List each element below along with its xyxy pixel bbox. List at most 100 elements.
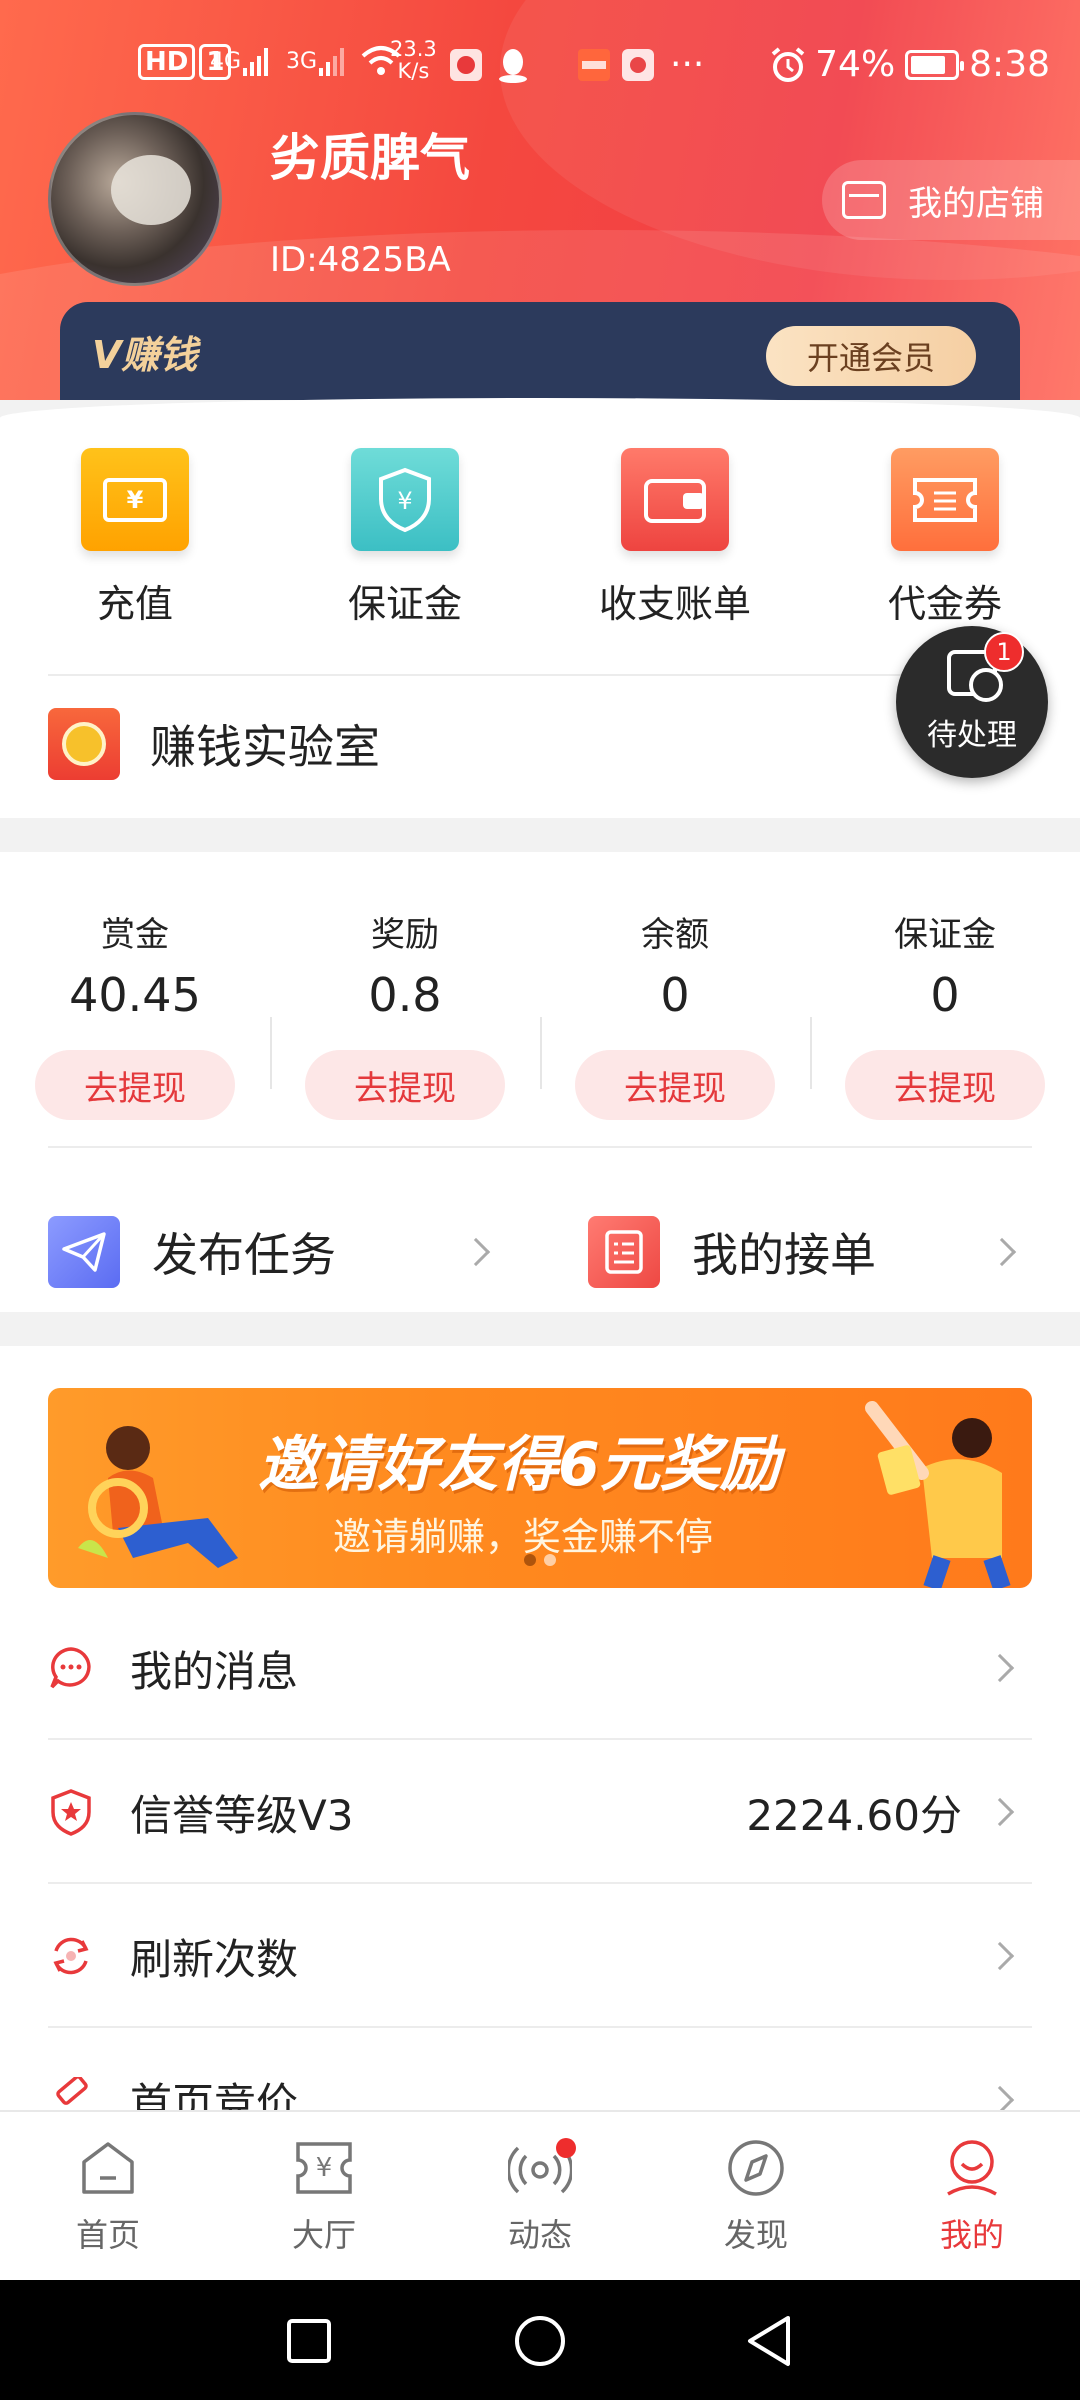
pending-tasks-button[interactable]: 待处理 xyxy=(896,626,1048,778)
nav-home[interactable]: 首页 xyxy=(0,2112,216,2280)
network-3g-label: 3G xyxy=(286,48,318,74)
recent-apps-button[interactable] xyxy=(286,2318,332,2364)
money-lab-row[interactable]: 赚钱实验室 xyxy=(48,708,380,780)
refresh-icon xyxy=(48,1933,94,1979)
balance-bounty: 赏金 40.45 去提现 xyxy=(0,907,270,1120)
quick-action-bills[interactable]: 收支账单 xyxy=(540,448,810,628)
quick-action-deposit[interactable]: ¥ 保证金 xyxy=(270,448,540,628)
order-list-icon xyxy=(588,1216,660,1288)
banner-subtitle: 邀请躺赚，奖金赚不停 xyxy=(333,1515,714,1559)
pending-label: 待处理 xyxy=(927,718,1017,753)
divider xyxy=(48,1146,1032,1148)
balance-name: 赏金 xyxy=(101,915,169,955)
open-membership-button[interactable]: 开通会员 xyxy=(766,326,976,386)
speed-value: 23.3 xyxy=(390,37,437,61)
avatar[interactable] xyxy=(48,112,222,286)
hall-icon: ¥ xyxy=(296,2142,352,2194)
money-lab-label: 赚钱实验室 xyxy=(150,720,380,774)
nav-label: 动态 xyxy=(507,2216,572,2254)
status-bar: HD 1 4G 3G 23.3 K/s ··· 74% 8:38 xyxy=(0,0,1080,130)
vip-logo-text: 赚钱 xyxy=(121,333,198,377)
money-lab-icon xyxy=(48,708,120,780)
home-icon xyxy=(82,2142,134,2194)
network-4g-label: 4G xyxy=(210,48,242,74)
my-orders-button[interactable]: 我的接单 xyxy=(588,1216,876,1288)
battery-icon xyxy=(905,49,965,80)
profile-header: HD 1 4G 3G 23.3K/s ··· 74% 8:38 劣质脾气 ID xyxy=(0,0,1080,400)
withdraw-button[interactable]: 去提现 xyxy=(575,1050,775,1120)
nav-label: 大厅 xyxy=(291,2216,356,2254)
quick-actions-row: ¥ 充值 ¥ 保证金 收支账单 代金券 xyxy=(0,448,1080,628)
balance-reward: 奖励 0.8 去提现 xyxy=(270,907,540,1120)
banner-person-illustration xyxy=(78,1426,238,1568)
withdraw-button[interactable]: 去提现 xyxy=(35,1050,235,1120)
activity-notification-dot xyxy=(556,2138,576,2158)
balance-value: 40.45 xyxy=(69,968,201,1022)
nav-activity[interactable]: 动态 xyxy=(432,2112,648,2280)
balance-card: 赏金 40.45 去提现 奖励 0.8 去提现 余额 0 去提现 保证金 0 去… xyxy=(0,852,1080,1312)
paper-plane-icon xyxy=(48,1216,120,1288)
menu-item-refresh-count[interactable]: 刷新次数 xyxy=(48,1884,1032,2028)
app-notification-icon xyxy=(622,48,654,81)
quick-action-label: 保证金 xyxy=(347,582,462,626)
invite-banner[interactable]: 邀请好友得6元奖励 邀请躺赚，奖金赚不停 xyxy=(48,1388,1032,1588)
divider xyxy=(48,674,1032,676)
quick-action-coupons[interactable]: 代金券 xyxy=(810,448,1080,628)
signal-bars-icon xyxy=(319,46,345,76)
withdraw-button[interactable]: 去提现 xyxy=(305,1050,505,1120)
banner-person-illustration xyxy=(865,1401,1011,1588)
balance-name: 余额 xyxy=(641,915,709,955)
menu-item-label: 我的消息 xyxy=(130,1646,299,1696)
nav-hall[interactable]: ¥ 大厅 xyxy=(216,2112,432,2280)
username: 劣质脾气 xyxy=(270,129,470,187)
banner-title: 邀请好友得6元奖励 xyxy=(258,1430,780,1500)
balance-remaining: 余额 0 去提现 xyxy=(540,907,810,1120)
back-button[interactable] xyxy=(744,2314,794,2368)
balance-name: 保证金 xyxy=(894,915,996,955)
menu-item-label: 刷新次数 xyxy=(130,1934,299,1984)
hd-label: HD xyxy=(138,44,196,80)
quick-action-recharge[interactable]: ¥ 充值 xyxy=(0,448,270,628)
balance-value: 0 xyxy=(660,968,690,1022)
menu-card: 邀请好友得6元奖励 邀请躺赚，奖金赚不停 我的消息 信誉等级V3 2224.60… xyxy=(0,1346,1080,2128)
my-shop-label: 我的店铺 xyxy=(908,183,1044,224)
speed-unit: K/s xyxy=(397,59,430,83)
my-shop-button[interactable]: 我的店铺 xyxy=(822,160,1080,240)
bottom-nav: 首页 ¥ 大厅 动态 发现 我的 xyxy=(0,2110,1080,2280)
balance-deposit: 保证金 0 去提现 xyxy=(810,907,1080,1120)
message-icon xyxy=(48,1645,94,1691)
publish-task-button[interactable]: 发布任务 xyxy=(48,1216,336,1288)
signal-indicators: 4G 3G xyxy=(210,44,402,78)
balance-value: 0.8 xyxy=(368,968,442,1022)
vip-banner[interactable]: V赚钱 开通会员 xyxy=(60,302,1020,400)
nav-label: 发现 xyxy=(723,2216,788,2254)
signal-bars-icon xyxy=(243,46,269,76)
menu-item-messages[interactable]: 我的消息 xyxy=(48,1596,1032,1740)
recharge-icon: ¥ xyxy=(81,448,189,551)
nav-profile[interactable]: 我的 xyxy=(864,2112,1080,2280)
balance-value: 0 xyxy=(930,968,960,1022)
credit-score-value: 2224.60分 xyxy=(746,1790,962,1840)
deposit-shield-icon: ¥ xyxy=(351,448,459,551)
withdraw-button[interactable]: 去提现 xyxy=(845,1050,1045,1120)
menu-item-credit-level[interactable]: 信誉等级V3 2224.60分 xyxy=(48,1740,1032,1884)
nav-discover[interactable]: 发现 xyxy=(648,2112,864,2280)
battery-percent: 74% xyxy=(815,44,896,85)
user-id: ID:4825BA xyxy=(270,240,451,280)
chevron-right-icon xyxy=(987,1237,1017,1267)
notification-icons: ··· xyxy=(448,44,704,85)
clock-time: 8:38 xyxy=(969,44,1050,85)
task-row: 发布任务 我的接单 xyxy=(0,1192,1080,1312)
coupon-icon xyxy=(891,448,999,551)
app-notification-icon xyxy=(450,48,482,81)
chevron-right-icon xyxy=(985,1653,1015,1683)
home-button[interactable] xyxy=(513,2314,567,2368)
quick-action-label: 收支账单 xyxy=(598,582,751,626)
nav-label: 我的 xyxy=(939,2216,1004,2254)
qq-icon xyxy=(499,48,527,83)
profile-icon xyxy=(947,2140,997,2196)
credit-shield-icon xyxy=(48,1789,94,1836)
chevron-right-icon xyxy=(985,1797,1015,1827)
pending-badge: 1 xyxy=(984,632,1024,672)
network-speed: 23.3 K/s xyxy=(390,38,437,82)
